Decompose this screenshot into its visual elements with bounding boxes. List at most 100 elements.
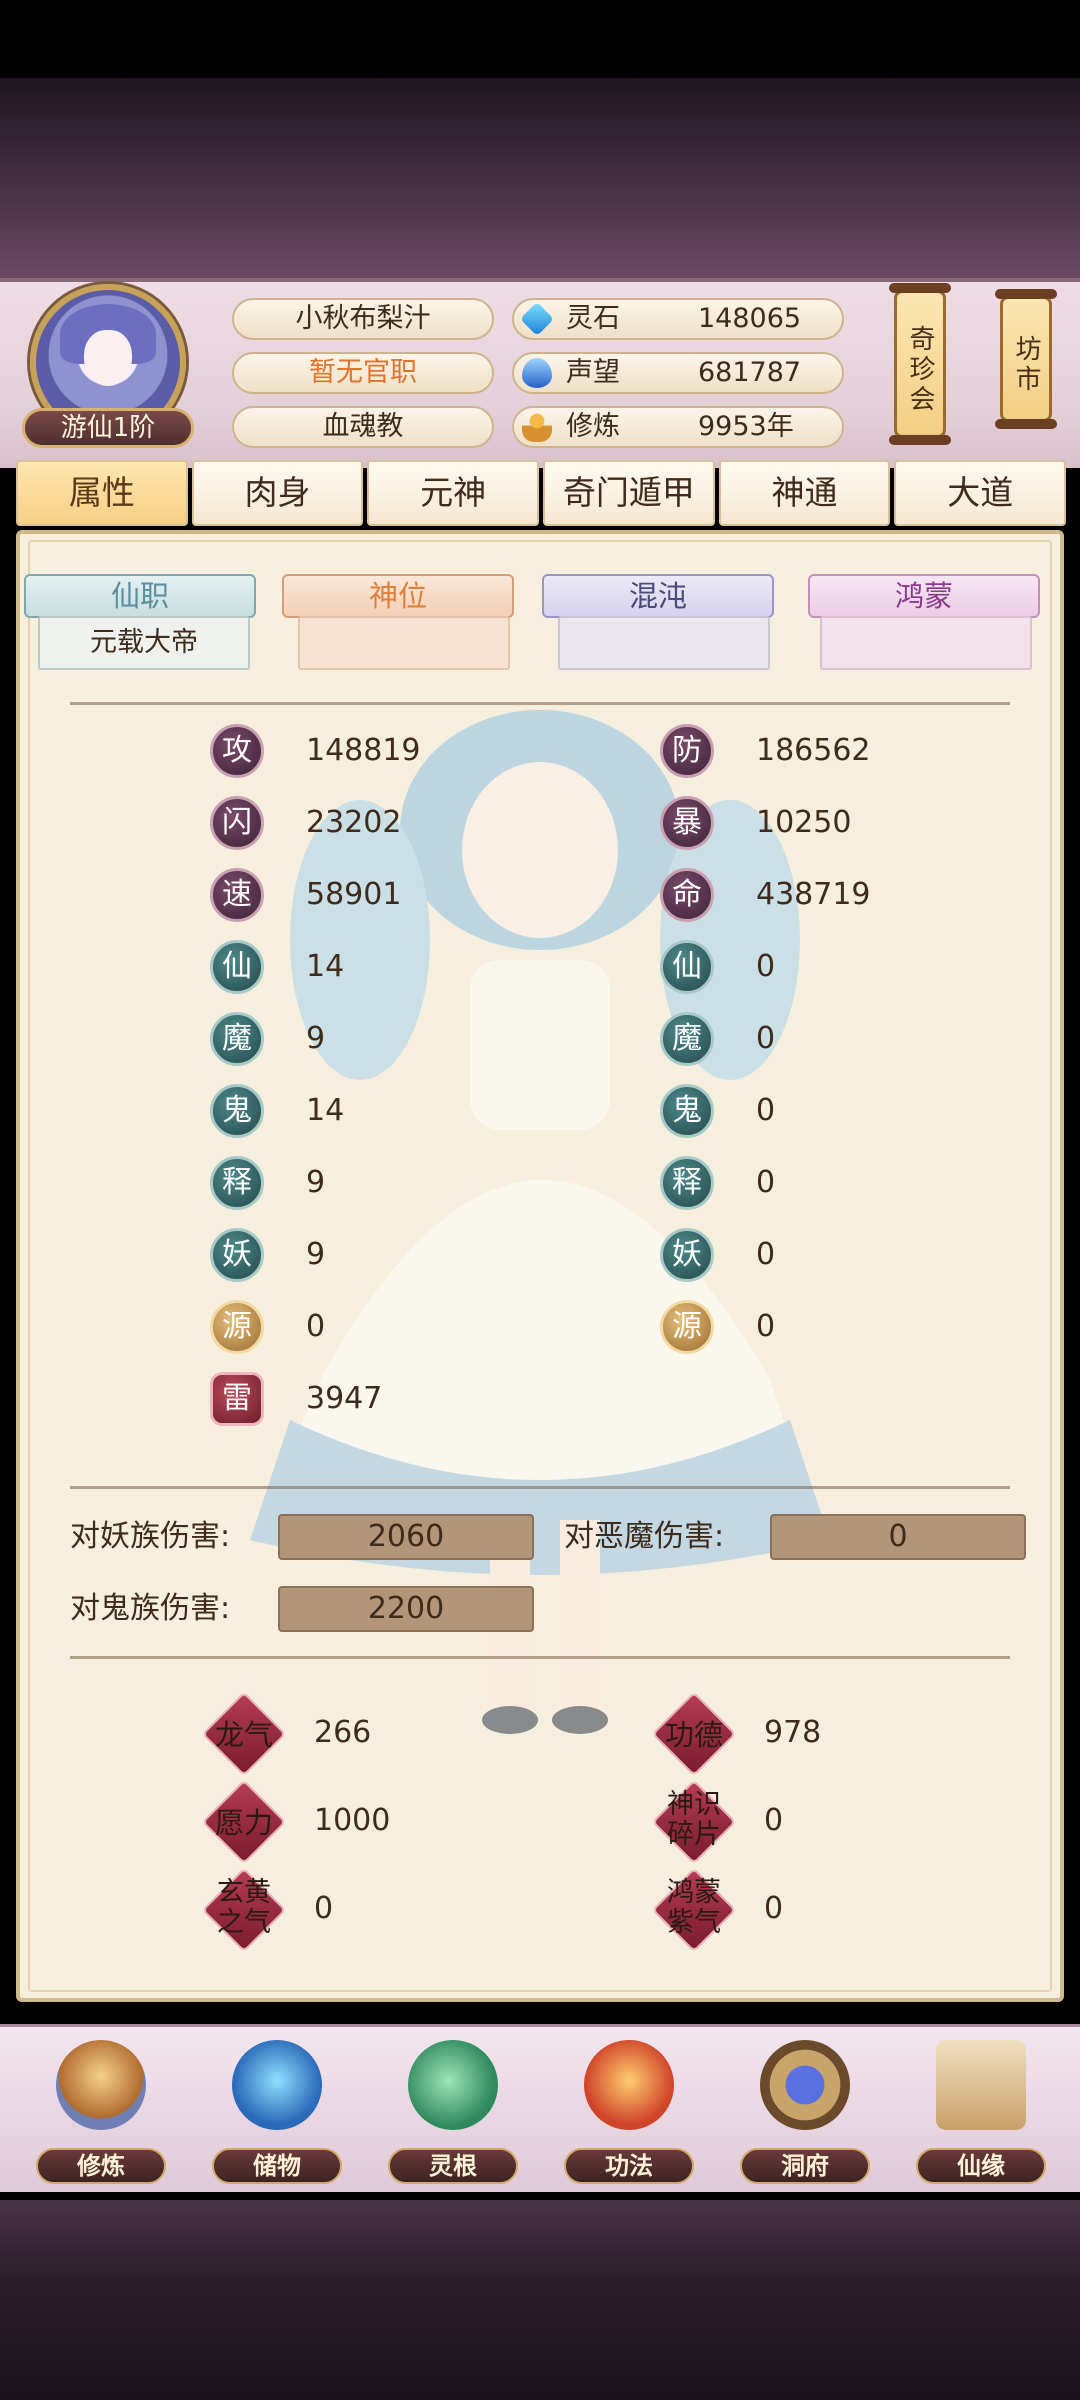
stat-value: 0 (756, 1021, 776, 1056)
stat-value: 58901 (306, 877, 402, 912)
stat-badge: 速 (210, 868, 264, 922)
techniques-icon (584, 2040, 674, 2130)
resource-label: 修炼 (566, 411, 620, 442)
nav-techniques[interactable]: 功法 (554, 2040, 704, 2190)
xuanhuang-qi-label: 玄黄之气 (217, 1877, 271, 1938)
nav-label: 洞府 (740, 2148, 870, 2184)
stat-value: 9 (306, 1165, 326, 1200)
cultivate-icon (56, 2040, 146, 2130)
spirit-stone-icon (520, 302, 554, 336)
divider (70, 1656, 1010, 1659)
dragon-qi-label: 龙气 (214, 1718, 273, 1752)
nav-cultivate[interactable]: 修炼 (26, 2040, 176, 2190)
resource-label: 声望 (566, 357, 620, 388)
tab-spirit[interactable]: 元神 (367, 460, 540, 526)
stat-badge: 魔 (210, 1012, 264, 1066)
stat-value: 23202 (306, 805, 402, 840)
tab-great-dao[interactable]: 大道 (894, 460, 1067, 526)
damage-vs-yao-value: 2060 (278, 1514, 534, 1560)
wish-power-label: 愿力 (214, 1806, 273, 1840)
resource-value: 9953年 (698, 411, 794, 442)
stat-value: 0 (756, 1165, 776, 1200)
player-rank: 游仙1阶 (22, 408, 194, 448)
resource-value: 148065 (698, 303, 802, 334)
tab-qimen[interactable]: 奇门遁甲 (543, 460, 715, 526)
damage-vs-ghost-value: 2200 (278, 1586, 534, 1632)
cave-ring-icon (760, 2040, 850, 2130)
stat-badge: 闪 (210, 796, 264, 850)
resource-cultivation: 修炼 9953年 (512, 406, 844, 448)
bottom-background (0, 2200, 1080, 2400)
resource-label: 灵石 (566, 303, 620, 334)
tab-hongmeng[interactable]: 鸿蒙 (808, 574, 1040, 618)
stat-value: 186562 (756, 733, 871, 768)
stat-badge: 仙 (660, 940, 714, 994)
tab-body[interactable]: 肉身 (191, 460, 364, 526)
stat-badge: 雷 (210, 1372, 264, 1426)
stat-value: 3947 (306, 1381, 383, 1416)
stat-value: 0 (306, 1309, 326, 1344)
stat-badge: 妖 (210, 1228, 264, 1282)
nav-label: 功法 (564, 2148, 694, 2184)
stat-value: 14 (306, 949, 345, 984)
resource-reputation: 声望 681787 (512, 352, 844, 394)
damage-vs-demon-label: 对恶魔伤害: (564, 1519, 725, 1554)
xuanhuang-qi-value: 0 (314, 1891, 334, 1926)
immortal-office-value: 元载大帝 (38, 616, 250, 670)
resource-spirit-stone: 灵石 148065 (512, 298, 844, 340)
cultivation-icon (522, 412, 552, 442)
stat-badge: 魔 (660, 1012, 714, 1066)
scroll-icon (936, 2040, 1026, 2130)
damage-vs-ghost-label: 对鬼族伤害: (70, 1591, 231, 1626)
stat-badge: 释 (210, 1156, 264, 1210)
hongmeng-qi-value: 0 (764, 1891, 784, 1926)
hongmeng-value (820, 616, 1032, 670)
avatar-face (84, 330, 132, 386)
storage-bag-icon (232, 2040, 322, 2130)
merit-value: 978 (764, 1715, 822, 1750)
stat-badge: 释 (660, 1156, 714, 1210)
attribute-tabs: 属性 肉身 元神 奇门遁甲 神通 大道 (16, 460, 1067, 526)
player-office: 暂无官职 (232, 352, 494, 394)
stat-value: 0 (756, 1237, 776, 1272)
damage-vs-demon-value: 0 (770, 1514, 1026, 1560)
spirit-shard-label: 神识碎片 (667, 1789, 721, 1850)
nav-label: 灵根 (388, 2148, 518, 2184)
stat-value: 10250 (756, 805, 852, 840)
nav-label: 仙缘 (916, 2148, 1046, 2184)
stat-value: 148819 (306, 733, 421, 768)
stat-badge: 源 (660, 1300, 714, 1354)
nav-immortal-fate[interactable]: 仙缘 (906, 2040, 1056, 2190)
spirit-shard-value: 0 (764, 1803, 784, 1838)
stat-value: 0 (756, 1309, 776, 1344)
tab-divine-power[interactable]: 神通 (718, 460, 891, 526)
status-bar (0, 0, 1080, 78)
stat-badge: 命 (660, 868, 714, 922)
tab-chaos[interactable]: 混沌 (542, 574, 774, 618)
nav-label: 储物 (212, 2148, 342, 2184)
god-rank-value (298, 616, 510, 670)
damage-vs-yao-label: 对妖族伤害: (70, 1519, 231, 1554)
stat-badge: 鬼 (660, 1084, 714, 1138)
tab-attributes[interactable]: 属性 (16, 460, 188, 526)
dragon-qi-value: 266 (314, 1715, 372, 1750)
merit-label: 功德 (664, 1718, 723, 1752)
hongmeng-qi-label: 鸿蒙紫气 (667, 1877, 721, 1938)
nav-cave-abode[interactable]: 洞府 (730, 2040, 880, 2190)
stat-value: 0 (756, 949, 776, 984)
stat-value: 0 (756, 1093, 776, 1128)
spirit-root-icon (408, 2040, 498, 2130)
stat-value: 9 (306, 1237, 326, 1272)
tab-immortal-office[interactable]: 仙职 (24, 574, 256, 618)
nav-spirit-root[interactable]: 灵根 (378, 2040, 528, 2190)
nav-storage[interactable]: 储物 (202, 2040, 352, 2190)
stat-value: 9 (306, 1021, 326, 1056)
stat-value: 438719 (756, 877, 871, 912)
tab-god-rank[interactable]: 神位 (282, 574, 514, 618)
stat-value: 14 (306, 1093, 345, 1128)
treasure-hall-button[interactable]: 奇珍会 (889, 283, 951, 445)
stat-badge: 鬼 (210, 1084, 264, 1138)
resource-value: 681787 (698, 357, 802, 388)
stat-badge: 防 (660, 724, 714, 778)
market-button[interactable]: 坊市 (995, 289, 1057, 429)
